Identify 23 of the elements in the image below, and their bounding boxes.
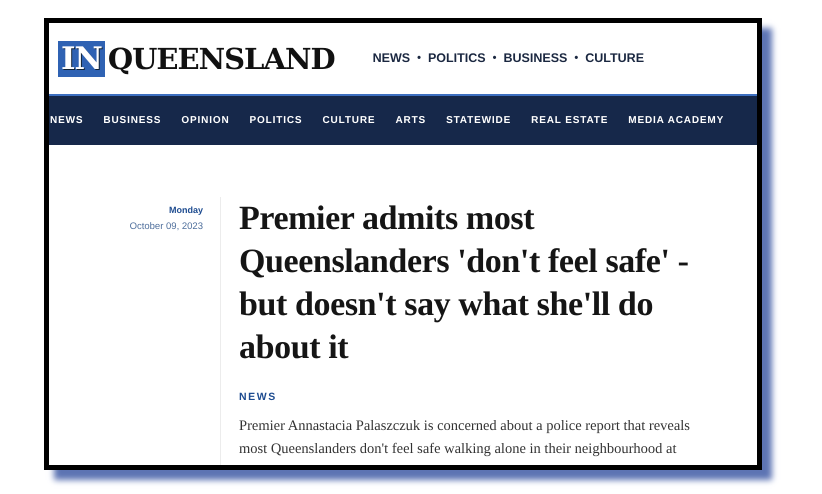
nav-item[interactable]: POLITICS: [250, 115, 302, 126]
article-date: October 09, 2023: [128, 221, 203, 232]
nav-item[interactable]: OPINION: [181, 115, 230, 126]
nav-item[interactable]: BUSINESS: [103, 115, 162, 126]
link-separator: •: [417, 51, 421, 66]
nav-item[interactable]: CULTURE: [322, 115, 376, 126]
nav-item[interactable]: STATEWIDE: [446, 115, 512, 126]
top-link[interactable]: NEWS: [372, 51, 410, 66]
article-day: Monday: [49, 205, 203, 215]
top-link[interactable]: CULTURE: [585, 51, 644, 66]
logo-badge[interactable]: IN: [58, 40, 105, 76]
link-separator: •: [492, 51, 496, 66]
category-link[interactable]: NEWS: [239, 391, 719, 403]
headline: Premier admits most Queenslanders 'don't feel safe' - but doesn't say what she'll do about it: [239, 199, 690, 368]
link-separator: •: [574, 51, 578, 66]
nav-item[interactable]: REAL ESTATE: [531, 115, 608, 126]
nav-item[interactable]: MEDIA ACADEMY: [628, 115, 724, 126]
article-body: Premier Annastacia Palaszczuk is concerned about a police report that reveals most Queenslanders don't feel safe walking alone in their neighbourhood at: [239, 417, 691, 459]
nav-item[interactable]: NEWS: [50, 115, 84, 126]
top-link[interactable]: BUSINESS: [503, 51, 568, 66]
nav-item[interactable]: ARTS: [395, 115, 426, 126]
top-link[interactable]: POLITICS: [428, 51, 486, 66]
logo-wordmark[interactable]: QUEENSLAND: [108, 40, 335, 76]
